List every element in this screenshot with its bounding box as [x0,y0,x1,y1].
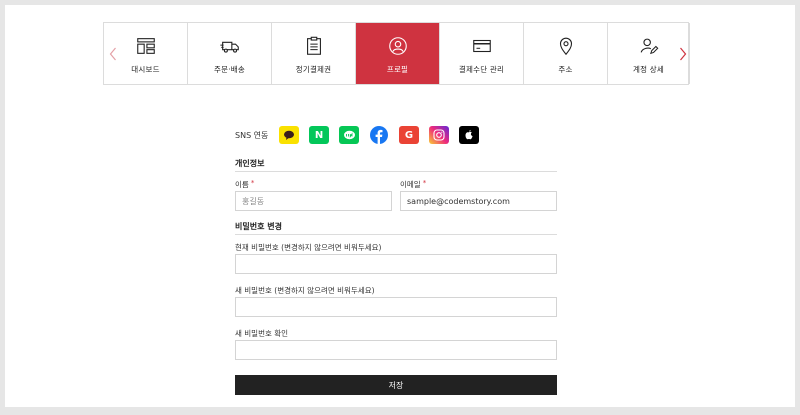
facebook-icon [370,126,388,144]
tab-profile[interactable]: 프로필 [356,23,440,84]
profile-icon [388,36,407,55]
page-frame: 대시보드 주문·배송 정기결제권 프로필 결제수단 관리 주소 계정 상세 SN… [5,5,795,407]
required-mark: * [250,179,255,187]
name-label-text: 이름 [235,180,249,189]
naver-icon: N [314,129,324,141]
delivery-truck-icon [219,41,239,53]
tab-label: 주소 [558,64,573,74]
line-icon [343,130,355,139]
name-input[interactable] [235,191,392,211]
required-mark: * [422,179,427,187]
sns-link-row: SNS 연동 N G [235,125,489,145]
map-pin-icon [559,37,572,55]
password-change-title: 비밀번호 변경 [235,222,282,231]
clipboard-icon [306,36,321,55]
tab-label: 프로필 [386,64,409,74]
tab-payment-methods[interactable]: 결제수단 관리 [440,23,524,84]
instagram-button[interactable] [429,126,449,144]
tab-label: 주문·배송 [214,64,245,74]
kakao-button[interactable] [279,126,299,144]
dashboard-icon [136,37,155,54]
tab-label: 대시보드 [131,64,160,74]
account-edit-icon [640,38,658,54]
new-password-label: 새 비밀번호 (변경하지 않으려면 비워두세요) [235,286,375,295]
new-password-input[interactable] [235,297,557,317]
email-label: 이메일 * [400,179,426,190]
apple-button[interactable] [459,126,479,144]
personal-info-title: 개인정보 [235,159,265,168]
divider [235,171,557,172]
tab-orders-delivery[interactable]: 주문·배송 [188,23,272,84]
divider [235,234,557,235]
save-button[interactable]: 저장 [235,375,557,395]
name-label: 이름 * [235,179,254,190]
facebook-button[interactable] [369,126,389,144]
line-button[interactable] [339,126,359,144]
current-password-label: 현재 비밀번호 (변경하지 않으려면 비워두세요) [235,243,382,252]
tab-label: 정기결제권 [295,64,332,74]
tab-dashboard[interactable]: 대시보드 [104,23,188,84]
apple-icon [465,129,473,140]
google-icon: G [404,129,414,141]
account-tabs: 대시보드 주문·배송 정기결제권 프로필 결제수단 관리 주소 계정 상세 [103,22,690,85]
email-input[interactable] [400,191,557,211]
tab-subscription[interactable]: 정기결제권 [272,23,356,84]
instagram-icon [433,129,445,141]
credit-card-icon [472,39,491,52]
tabs-next-arrow[interactable] [678,45,688,63]
confirm-password-label: 새 비밀번호 확인 [235,329,289,338]
google-button[interactable]: G [399,126,419,144]
confirm-password-input[interactable] [235,340,557,360]
current-password-input[interactable] [235,254,557,274]
tab-address[interactable]: 주소 [524,23,608,84]
tab-label: 결제수단 관리 [458,64,505,74]
chevron-right-icon [680,47,687,61]
tab-label: 계정 상세 [633,64,664,74]
naver-button[interactable]: N [309,126,329,144]
email-label-text: 이메일 [400,180,421,189]
sns-label: SNS 연동 [235,130,269,140]
kakao-icon [284,130,294,140]
